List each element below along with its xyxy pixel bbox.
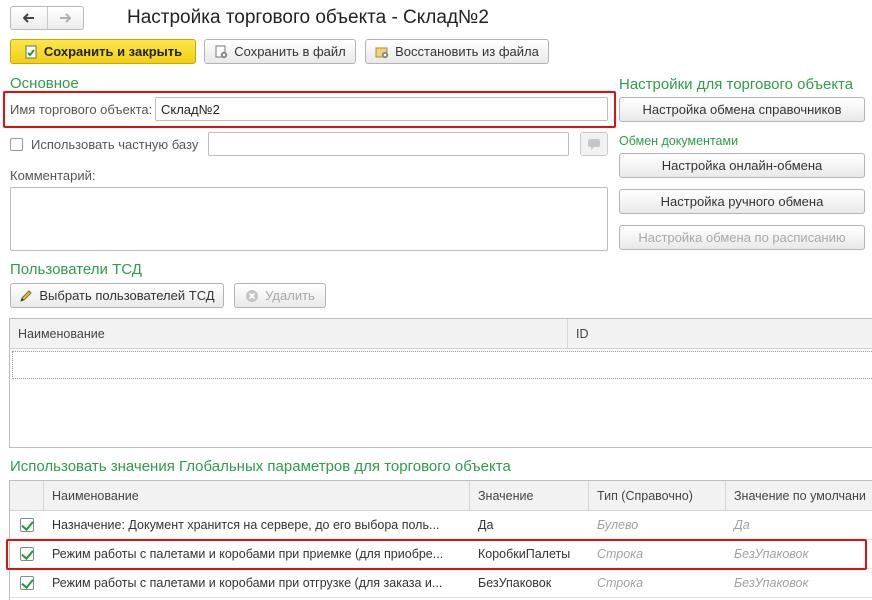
users-col-id[interactable]: ID: [568, 319, 872, 349]
save-to-file-button[interactable]: Сохранить в файл: [204, 39, 356, 64]
navigation-buttons: [10, 6, 84, 30]
private-base-input[interactable]: [208, 132, 569, 156]
row-default: Да: [734, 518, 750, 532]
arrow-right-icon: [60, 13, 72, 23]
name-label: Имя торгового объекта:: [10, 102, 153, 117]
row-default: БезУпаковок: [734, 547, 809, 561]
row-checkbox[interactable]: [20, 518, 34, 532]
users-table-header: Наименование ID: [10, 319, 872, 349]
row-type: Булево: [597, 518, 639, 532]
save-doc-icon: [24, 45, 38, 59]
manual-exchange-button[interactable]: Настройка ручного обмена: [619, 189, 865, 214]
online-exchange-button[interactable]: Настройка онлайн-обмена: [619, 153, 865, 178]
arrow-left-icon: [22, 13, 34, 23]
online-exchange-label: Настройка онлайн-обмена: [661, 158, 823, 173]
comment-label: Комментарий:: [10, 168, 96, 183]
row-default: БезУпаковок: [734, 576, 809, 590]
users-table: Наименование ID: [9, 318, 872, 448]
restore-from-file-button[interactable]: Восстановить из файла: [365, 39, 549, 64]
row-type: Строка: [597, 576, 644, 590]
table-row[interactable]: Назначение: Документ хранится на сервере…: [10, 511, 872, 540]
delete-user-button[interactable]: Удалить: [234, 283, 326, 308]
doc-exchange-title: Обмен документами: [619, 134, 739, 148]
window-title: Настройка торгового объекта - Склад№2: [127, 7, 489, 28]
global-col-name[interactable]: Наименование: [44, 481, 470, 511]
global-col-check: [10, 481, 44, 511]
select-users-label: Выбрать пользователей ТСД: [39, 288, 215, 303]
schedule-exchange-label: Настройка обмена по расписанию: [638, 230, 846, 245]
select-users-button[interactable]: Выбрать пользователей ТСД: [10, 283, 224, 308]
global-col-value[interactable]: Значение: [470, 481, 589, 511]
private-base-open-button[interactable]: [580, 132, 608, 156]
comment-textarea[interactable]: [10, 187, 608, 251]
delete-user-label: Удалить: [265, 288, 315, 303]
back-button[interactable]: [11, 7, 47, 29]
schedule-exchange-button[interactable]: Настройка обмена по расписанию: [619, 225, 865, 250]
save-and-close-button[interactable]: Сохранить и закрыть: [10, 39, 196, 64]
exchange-refs-label: Настройка обмена справочников: [642, 102, 842, 117]
global-params-table: Наименование Значение Тип (Справочно) Зн…: [9, 480, 872, 600]
row-name: Режим работы с палетами и коробами при п…: [52, 547, 444, 561]
private-base-label: Использовать частную базу: [31, 137, 199, 152]
save-and-close-label: Сохранить и закрыть: [43, 44, 183, 59]
exchange-refs-button[interactable]: Настройка обмена справочников: [619, 97, 865, 122]
users-col-name[interactable]: Наименование: [10, 319, 568, 349]
row-value: КоробкиПалеты: [478, 547, 571, 561]
name-input[interactable]: Склад№2: [155, 97, 608, 121]
row-checkbox[interactable]: [20, 576, 34, 590]
pencil-icon: [19, 289, 33, 303]
global-col-default[interactable]: Значение по умолчани: [726, 481, 872, 511]
row-checkbox[interactable]: [20, 547, 34, 561]
row-type: Строка: [597, 547, 644, 561]
delete-icon: [245, 289, 259, 303]
private-base-checkbox[interactable]: [10, 138, 23, 151]
row-value: Да: [478, 518, 494, 532]
table-row[interactable]: Режим работы с палетами и коробами при п…: [10, 540, 872, 569]
restore-from-file-label: Восстановить из файла: [395, 44, 539, 59]
manual-exchange-label: Настройка ручного обмена: [660, 194, 824, 209]
users-empty-row[interactable]: [12, 351, 872, 379]
settings-section-title: Настройки для торгового объекта: [619, 76, 854, 93]
global-col-type[interactable]: Тип (Справочно): [589, 481, 726, 511]
row-name: Режим работы с палетами и коробами при о…: [52, 576, 443, 590]
save-file-icon: [214, 45, 228, 59]
chat-bubble-icon: [588, 139, 600, 150]
forward-button[interactable]: [46, 7, 84, 29]
basic-section-title: Основное: [10, 75, 79, 92]
global-table-header: Наименование Значение Тип (Справочно) Зн…: [10, 481, 872, 511]
row-name: Назначение: Документ хранится на сервере…: [52, 518, 440, 532]
row-value: БезУпаковок: [478, 576, 552, 590]
users-section-title: Пользователи ТСД: [10, 261, 142, 278]
table-row[interactable]: Режим работы с палетами и коробами при о…: [10, 569, 872, 598]
global-section-title: Использовать значения Глобальных парамет…: [10, 458, 511, 475]
save-to-file-label: Сохранить в файл: [234, 44, 346, 59]
restore-file-icon: [375, 45, 389, 59]
